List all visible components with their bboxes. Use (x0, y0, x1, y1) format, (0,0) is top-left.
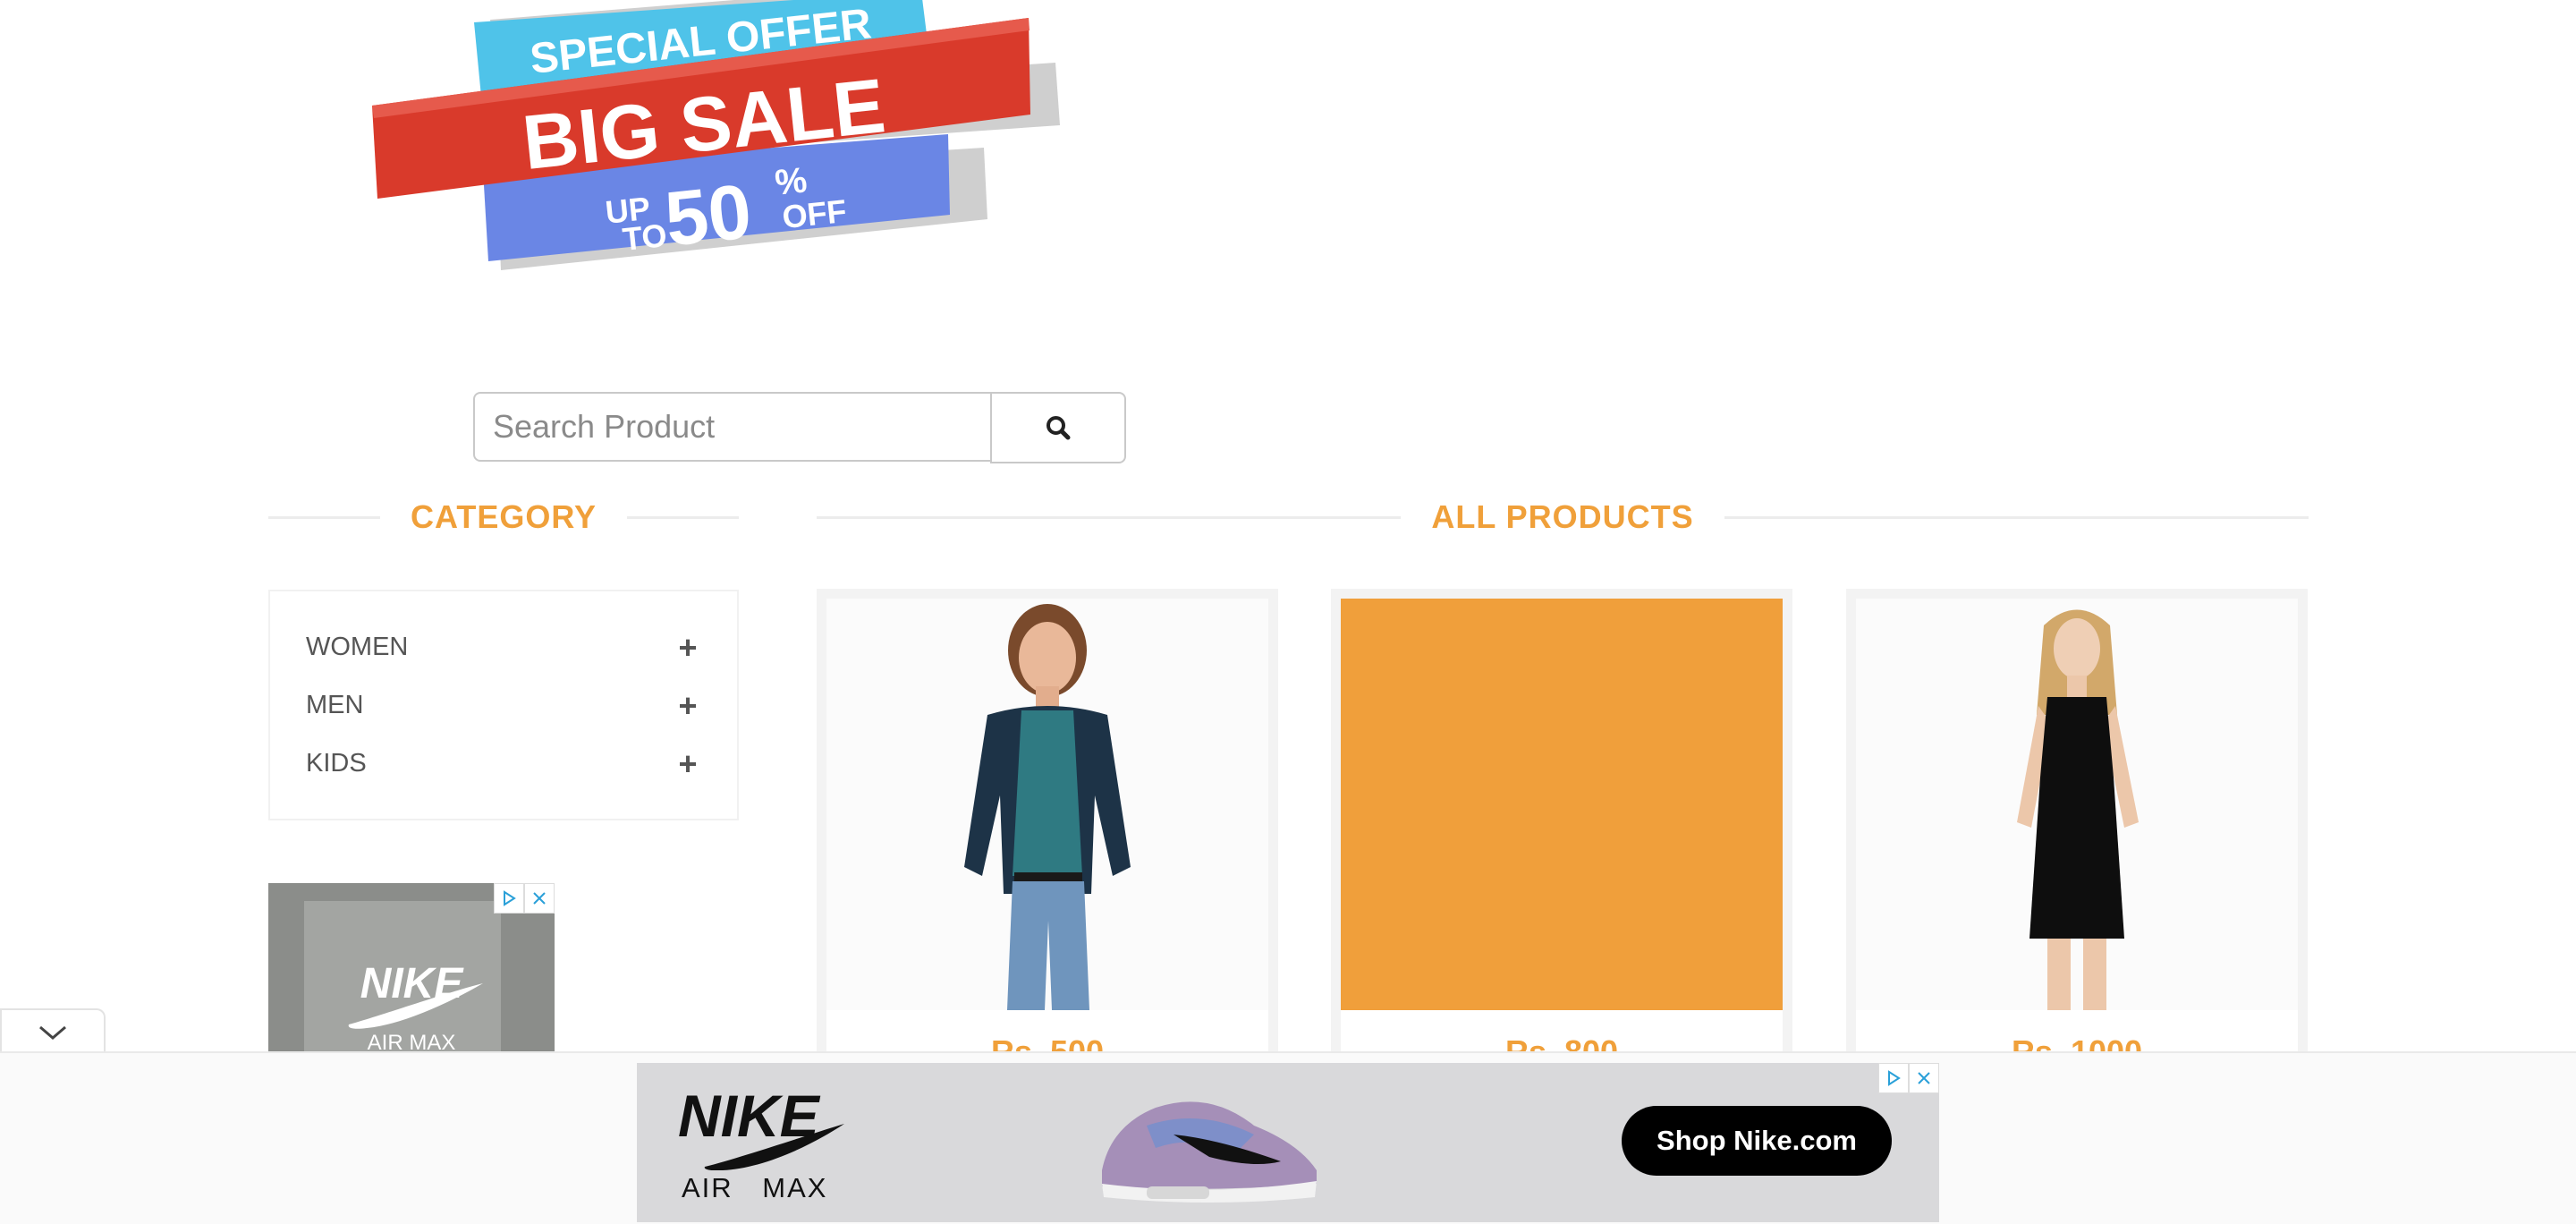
category-list: WOMEN + MEN + KIDS + (268, 590, 739, 820)
ad-choices (494, 883, 555, 914)
heading-divider (1724, 515, 2309, 519)
heading-divider (817, 515, 1402, 519)
category-label: MEN (306, 691, 364, 719)
product-image[interactable] (1341, 599, 1783, 1010)
woman-in-jacket-photo (826, 599, 1268, 1010)
sale-banner-graphic: SPECIAL OFFER BIG SALE UP TO 50 % OFF (372, 0, 1060, 270)
search-input[interactable] (473, 392, 992, 462)
woman-in-black-dress-photo (1856, 599, 2298, 1010)
collapse-ad-tab[interactable] (0, 1008, 106, 1055)
search-icon (1046, 416, 1071, 440)
category-label: KIDS (306, 749, 367, 778)
sneaker-image (1102, 1101, 1317, 1203)
product-card[interactable]: Rs. 800 (1331, 589, 1792, 1054)
product-image[interactable] (826, 599, 1268, 1010)
category-title: CATEGORY (411, 498, 597, 535)
bottom-ad[interactable]: NIKE AIR MAX Shop Nike.com (637, 1063, 1939, 1222)
side-ad[interactable]: NIKE AIR MAX (268, 883, 555, 1053)
chevron-down-icon (39, 1025, 66, 1040)
plus-icon[interactable]: + (674, 745, 701, 783)
category-item-kids[interactable]: KIDS + (306, 735, 701, 793)
side-ad-sub: AIR MAX (368, 1031, 456, 1053)
adchoices-icon[interactable] (494, 883, 524, 914)
close-ad-icon[interactable] (524, 883, 555, 914)
search-button[interactable] (990, 392, 1126, 463)
category-item-women[interactable]: WOMEN + (306, 618, 701, 676)
banner-off: OFF (780, 192, 848, 235)
products-heading: ALL PRODUCTS (817, 490, 2309, 544)
category-label: WOMEN (306, 633, 409, 661)
search-bar (473, 392, 1126, 463)
bottom-ad-sub: AIR MAX (682, 1172, 828, 1203)
products-title: ALL PRODUCTS (1431, 498, 1694, 535)
close-ad-icon[interactable] (1909, 1063, 1939, 1093)
category-heading: CATEGORY (268, 490, 740, 544)
banner-to: TO (621, 217, 668, 258)
sale-banner: SPECIAL OFFER BIG SALE UP TO 50 % OFF (367, 0, 1064, 277)
heading-divider (268, 515, 380, 519)
plus-icon[interactable]: + (674, 687, 701, 725)
plus-icon[interactable]: + (674, 629, 701, 667)
nike-logo-icon: NIKE (678, 1083, 844, 1170)
product-card[interactable]: Rs. 1000 (1846, 589, 2308, 1054)
ad-choices (1878, 1063, 1939, 1093)
banner-fifty: 50 (661, 168, 755, 262)
product-card[interactable]: Rs. 500 (817, 589, 1278, 1054)
product-image[interactable] (1856, 599, 2298, 1010)
category-item-men[interactable]: MEN + (306, 676, 701, 735)
shop-nike-button[interactable]: Shop Nike.com (1622, 1106, 1892, 1176)
heading-divider (627, 515, 740, 519)
adchoices-icon[interactable] (1878, 1063, 1909, 1093)
